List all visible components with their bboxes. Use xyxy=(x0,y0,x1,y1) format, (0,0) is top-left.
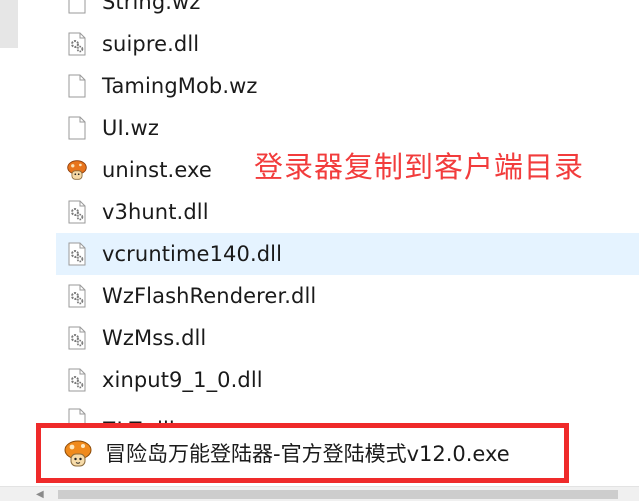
file-name: TamingMob.wz xyxy=(102,74,258,98)
file-name: suipre.dll xyxy=(102,32,200,56)
horizontal-scrollbar-thumb[interactable] xyxy=(58,490,618,499)
file-name: String.wz xyxy=(102,0,201,14)
gear-file-icon xyxy=(66,367,88,393)
annotation-text: 登录器复制到客户端目录 xyxy=(254,150,585,184)
gear-file-icon xyxy=(66,283,88,309)
list-item[interactable]: String.wz xyxy=(56,0,639,23)
mushroom-icon xyxy=(66,157,88,183)
list-item[interactable]: xinput9_1_0.dll xyxy=(56,359,639,401)
gear-file-icon xyxy=(66,325,88,351)
gear-file-icon xyxy=(66,241,88,267)
list-item[interactable]: UI.wz xyxy=(56,107,639,149)
file-name: UI.wz xyxy=(102,116,159,140)
file-list: String.wz suipre.dll TamingMob.wz UI.wz … xyxy=(56,0,639,438)
vertical-scrollbar[interactable] xyxy=(0,0,20,501)
highlighted-file-row[interactable]: 冒险岛万能登陆器-官方登陆模式v12.0.exe xyxy=(36,423,569,483)
vertical-scrollbar-thumb[interactable] xyxy=(0,0,18,48)
file-name: uninst.exe xyxy=(102,158,212,182)
mushroom-icon xyxy=(63,438,93,468)
horizontal-scrollbar[interactable]: ◀ xyxy=(0,486,639,501)
list-item[interactable]: suipre.dll xyxy=(56,23,639,65)
file-name: WzFlashRenderer.dll xyxy=(102,284,317,308)
highlighted-file-name: 冒险岛万能登陆器-官方登陆模式v12.0.exe xyxy=(105,442,510,466)
gear-file-icon xyxy=(66,199,88,225)
list-item[interactable]: TamingMob.wz xyxy=(56,65,639,107)
file-icon xyxy=(66,73,88,99)
file-icon xyxy=(66,115,88,141)
scroll-left-icon[interactable]: ◀ xyxy=(36,489,44,500)
file-icon xyxy=(66,0,88,15)
list-item[interactable]: v3hunt.dll xyxy=(56,191,639,233)
list-item-selected[interactable]: vcruntime140.dll xyxy=(56,233,639,275)
file-name: vcruntime140.dll xyxy=(102,242,283,266)
file-name: v3hunt.dll xyxy=(102,200,209,224)
list-item[interactable]: WzMss.dll xyxy=(56,317,639,359)
gear-file-icon xyxy=(66,31,88,57)
file-name: WzMss.dll xyxy=(102,326,207,350)
list-item[interactable]: WzFlashRenderer.dll xyxy=(56,275,639,317)
file-name: xinput9_1_0.dll xyxy=(102,368,263,392)
